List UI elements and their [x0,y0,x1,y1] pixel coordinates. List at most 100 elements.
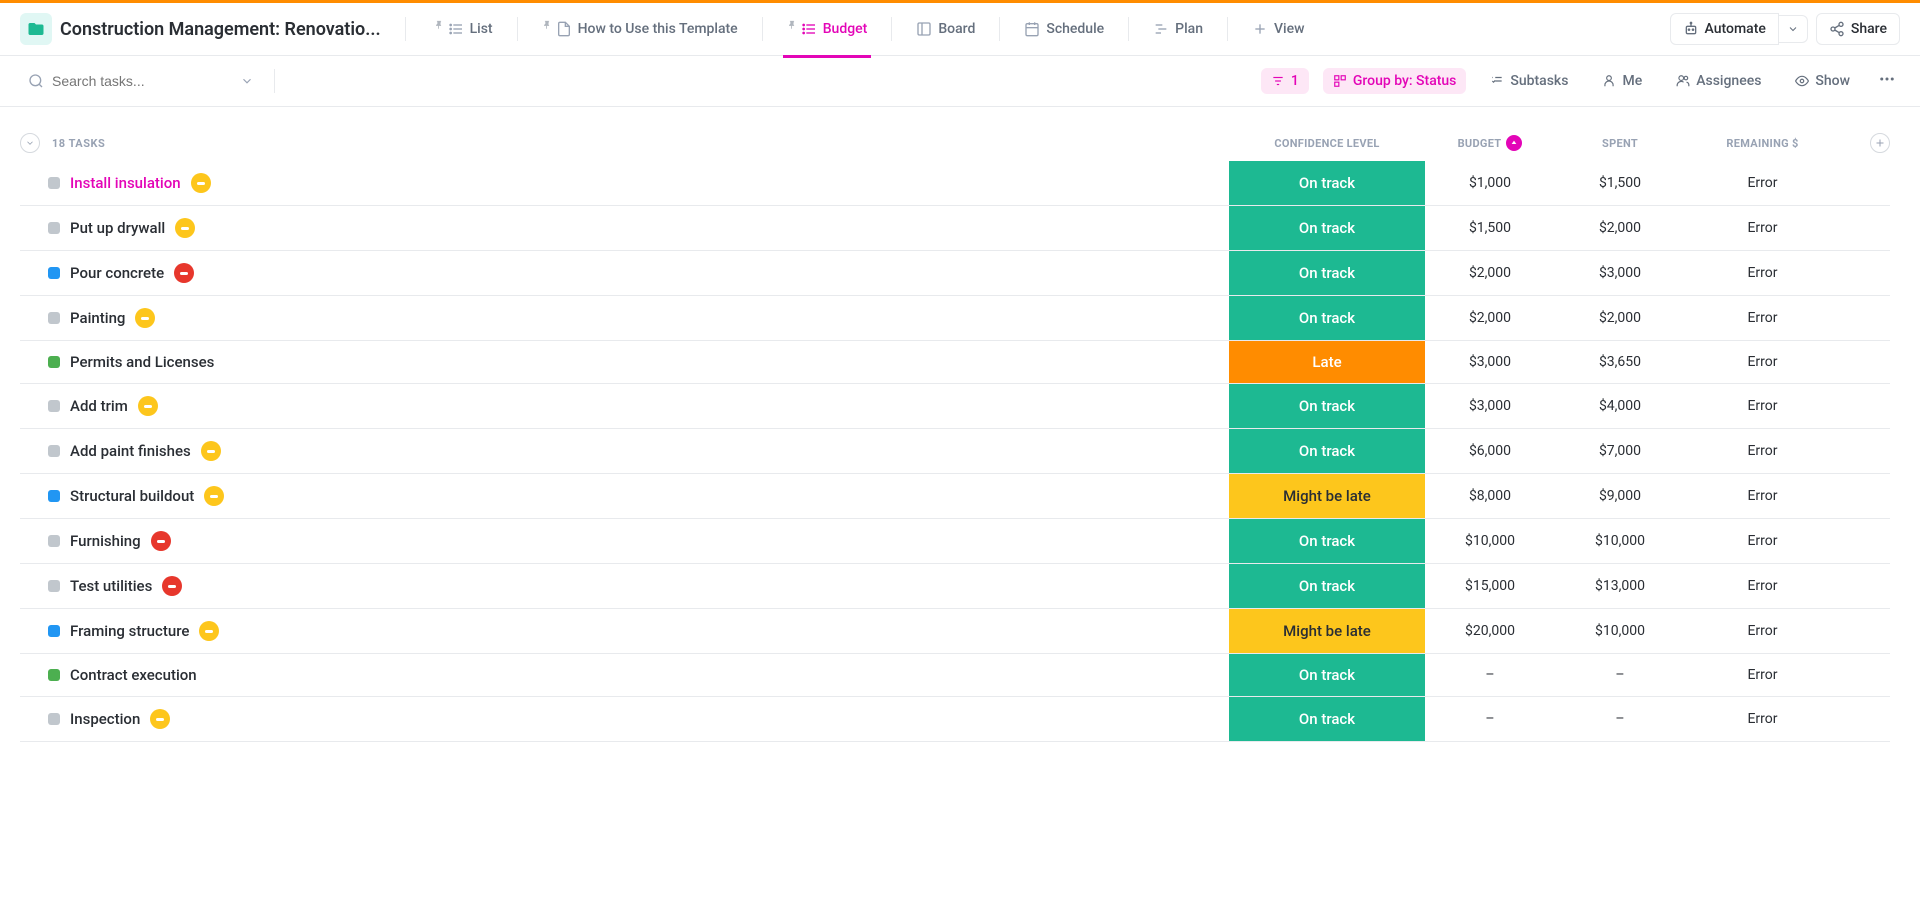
me-chip[interactable]: Me [1592,68,1652,94]
tab-schedule[interactable]: Schedule [1012,13,1116,45]
confidence-cell[interactable]: On track [1229,161,1425,205]
col-remaining[interactable]: REMAINING $ [1685,137,1840,150]
task-cell[interactable]: Contract execution [20,654,1229,696]
budget-cell[interactable]: $1,500 [1425,206,1555,250]
table-row[interactable]: ⋮⋮Put up drywallOn track$1,500$2,000Erro… [20,206,1890,251]
remaining-cell[interactable]: Error [1685,474,1840,518]
task-cell[interactable]: Install insulation [20,161,1229,205]
task-name[interactable]: Painting [70,309,125,327]
budget-cell[interactable]: $6,000 [1425,429,1555,473]
table-row[interactable]: ⋮⋮Structural buildoutMight be late$8,000… [20,474,1890,519]
budget-cell[interactable]: $1,000 [1425,161,1555,205]
confidence-cell[interactable]: On track [1229,429,1425,473]
col-confidence[interactable]: CONFIDENCE LEVEL [1229,137,1425,150]
status-square[interactable] [48,669,60,681]
confidence-cell[interactable]: On track [1229,697,1425,741]
group-by-chip[interactable]: Group by: Status [1323,68,1467,94]
task-name[interactable]: Framing structure [70,622,189,640]
priority-badge[interactable] [151,531,171,551]
remaining-cell[interactable]: Error [1685,564,1840,608]
budget-cell[interactable]: – [1425,654,1555,696]
table-row[interactable]: ⋮⋮Permits and LicensesLate$3,000$3,650Er… [20,341,1890,384]
task-cell[interactable]: Pour concrete [20,251,1229,295]
status-square[interactable] [48,625,60,637]
task-name[interactable]: Pour concrete [70,264,164,282]
task-cell[interactable]: Painting [20,296,1229,340]
task-name[interactable]: Structural buildout [70,487,194,505]
task-name[interactable]: Test utilities [70,577,152,595]
col-spent[interactable]: SPENT [1555,137,1685,150]
status-square[interactable] [48,400,60,412]
task-name[interactable]: Add paint finishes [70,442,191,460]
budget-cell[interactable]: $3,000 [1425,384,1555,428]
remaining-cell[interactable]: Error [1685,697,1840,741]
task-cell[interactable]: Framing structure [20,609,1229,653]
budget-cell[interactable]: $8,000 [1425,474,1555,518]
budget-cell[interactable]: $3,000 [1425,341,1555,383]
task-cell[interactable]: Put up drywall [20,206,1229,250]
tab-board[interactable]: Board [904,13,987,45]
spent-cell[interactable]: $13,000 [1555,564,1685,608]
status-square[interactable] [48,580,60,592]
budget-cell[interactable]: – [1425,697,1555,741]
remaining-cell[interactable]: Error [1685,206,1840,250]
budget-cell[interactable]: $2,000 [1425,296,1555,340]
col-budget[interactable]: BUDGET [1425,135,1555,151]
table-row[interactable]: ⋮⋮FurnishingOn track$10,000$10,000Error [20,519,1890,564]
add-column-button[interactable] [1870,133,1890,153]
task-cell[interactable]: Structural buildout [20,474,1229,518]
task-cell[interactable]: Permits and Licenses [20,341,1229,383]
status-square[interactable] [48,445,60,457]
task-cell[interactable]: Add trim [20,384,1229,428]
spent-cell[interactable]: $4,000 [1555,384,1685,428]
priority-badge[interactable] [162,576,182,596]
confidence-cell[interactable]: Might be late [1229,474,1425,518]
priority-badge[interactable] [175,218,195,238]
task-name[interactable]: Inspection [70,710,140,728]
confidence-cell[interactable]: Late [1229,341,1425,383]
automate-dropdown[interactable] [1779,15,1808,43]
confidence-cell[interactable]: On track [1229,519,1425,563]
tab-budget[interactable]: Budget [775,13,880,45]
task-name[interactable]: Add trim [70,397,128,415]
chevron-down-icon[interactable] [240,74,254,88]
remaining-cell[interactable]: Error [1685,296,1840,340]
priority-badge[interactable] [174,263,194,283]
more-button[interactable] [1874,66,1900,96]
status-square[interactable] [48,535,60,547]
status-square[interactable] [48,312,60,324]
priority-badge[interactable] [191,173,211,193]
budget-cell[interactable]: $10,000 [1425,519,1555,563]
remaining-cell[interactable]: Error [1685,384,1840,428]
subtasks-chip[interactable]: Subtasks [1480,68,1578,94]
task-name[interactable]: Install insulation [70,174,181,192]
priority-badge[interactable] [138,396,158,416]
confidence-cell[interactable]: Might be late [1229,609,1425,653]
status-square[interactable] [48,222,60,234]
table-row[interactable]: ⋮⋮Test utilitiesOn track$15,000$13,000Er… [20,564,1890,609]
confidence-cell[interactable]: On track [1229,251,1425,295]
spent-cell[interactable]: – [1555,697,1685,741]
confidence-cell[interactable]: On track [1229,654,1425,696]
task-name[interactable]: Put up drywall [70,219,165,237]
assignees-chip[interactable]: Assignees [1666,68,1771,94]
collapse-button[interactable] [20,133,40,153]
budget-cell[interactable]: $2,000 [1425,251,1555,295]
budget-cell[interactable]: $15,000 [1425,564,1555,608]
table-row[interactable]: ⋮⋮Pour concreteOn track$2,000$3,000Error [20,251,1890,296]
spent-cell[interactable]: $10,000 [1555,519,1685,563]
spent-cell[interactable]: $9,000 [1555,474,1685,518]
spent-cell[interactable]: $3,650 [1555,341,1685,383]
table-row[interactable]: ⋮⋮Add trimOn track$3,000$4,000Error [20,384,1890,429]
remaining-cell[interactable]: Error [1685,161,1840,205]
status-square[interactable] [48,177,60,189]
priority-badge[interactable] [199,621,219,641]
status-square[interactable] [48,267,60,279]
table-row[interactable]: ⋮⋮Contract executionOn track––Error [20,654,1890,697]
task-cell[interactable]: Furnishing [20,519,1229,563]
table-row[interactable]: ⋮⋮Install insulationOn track$1,000$1,500… [20,161,1890,206]
spent-cell[interactable]: $10,000 [1555,609,1685,653]
confidence-cell[interactable]: On track [1229,564,1425,608]
budget-cell[interactable]: $20,000 [1425,609,1555,653]
confidence-cell[interactable]: On track [1229,384,1425,428]
